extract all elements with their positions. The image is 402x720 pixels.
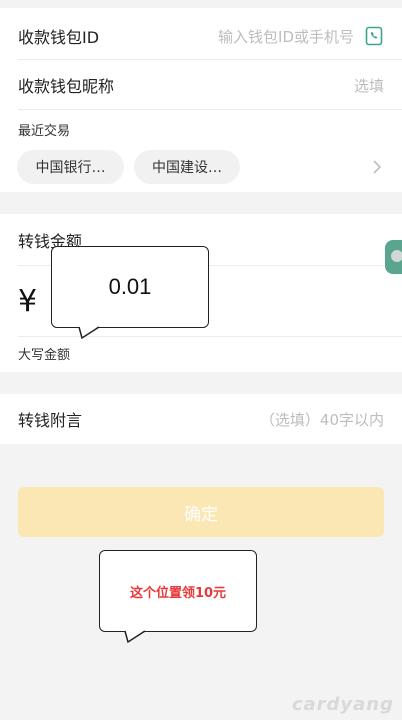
uppercase-amount-label: 大写金额 <box>18 348 71 363</box>
contacts-book-icon[interactable] <box>364 26 384 46</box>
wallet-nickname-input[interactable]: 选填 <box>354 75 384 96</box>
wallet-id-row[interactable]: 收款钱包ID 输入钱包ID或手机号 <box>18 12 384 60</box>
recent-chip-2[interactable]: 中国建设… <box>134 150 240 184</box>
promo-callout-tail <box>124 630 146 644</box>
note-input[interactable]: （选填）40字以内 <box>260 409 384 430</box>
currency-symbol: ¥ <box>18 284 38 319</box>
promo-callout: 这个位置领10元 <box>99 550 257 632</box>
avatar-icon <box>391 250 402 262</box>
amount-callout-value: 0.01 <box>108 274 152 299</box>
wallet-id-input[interactable]: 输入钱包ID或手机号 <box>218 26 354 47</box>
note-card: 转钱附言 （选填）40字以内 <box>0 394 402 444</box>
confirm-button[interactable]: 确定 <box>18 487 384 537</box>
wallet-id-label: 收款钱包ID <box>18 28 100 47</box>
wallet-nickname-label: 收款钱包昵称 <box>18 77 115 96</box>
recent-transactions-label: 最近交易 <box>18 124 71 139</box>
side-floating-tab[interactable] <box>385 240 402 274</box>
note-row[interactable]: 转钱附言 （选填）40字以内 <box>18 394 384 444</box>
recent-chip-1[interactable]: 中国银行… <box>17 150 124 184</box>
confirm-button-label: 确定 <box>184 504 218 525</box>
recipient-card: 收款钱包ID 输入钱包ID或手机号 收款钱包昵称 选填 最近交易 中国银行… 中… <box>0 8 402 192</box>
watermark-text: cardyang <box>291 694 394 715</box>
divider <box>18 109 402 110</box>
promo-callout-text: 这个位置领10元 <box>129 585 227 601</box>
chevron-right-icon[interactable] <box>372 158 382 176</box>
note-label: 转钱附言 <box>18 411 83 430</box>
wallet-nickname-row[interactable]: 收款钱包昵称 选填 <box>18 60 384 110</box>
amount-callout: 0.01 <box>51 246 209 328</box>
divider <box>18 336 402 337</box>
amount-callout-tail <box>78 326 100 340</box>
